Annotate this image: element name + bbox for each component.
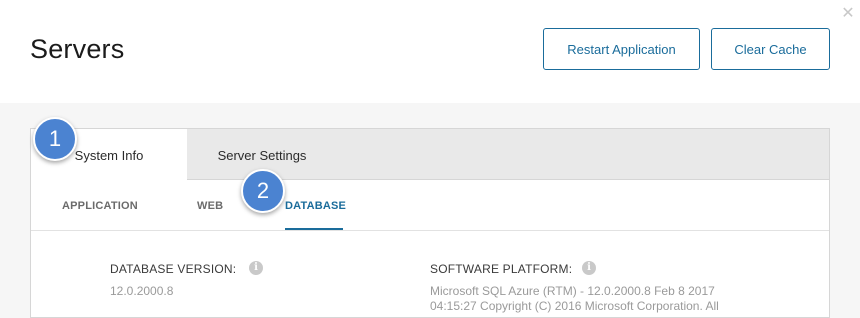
close-icon[interactable]: ✕ [840,6,856,22]
callout-badge-1: 1 [33,117,77,161]
clear-cache-button[interactable]: Clear Cache [711,28,830,70]
callout-badge-2: 2 [241,169,285,213]
server-info-panel: System Info Server Settings APPLICATION … [30,128,830,318]
tab-bar: System Info Server Settings [31,129,829,181]
subtab-bar: APPLICATION WEB DATABASE [31,181,829,231]
software-platform-value-line1: Microsoft SQL Azure (RTM) - 12.0.2000.8 … [430,284,715,298]
database-version-value: 12.0.2000.8 [110,284,174,298]
page-title: Servers [30,34,125,64]
database-version-label: DATABASE VERSION: [110,262,237,276]
software-platform-value-line2: 04:15:27 Copyright (C) 2016 Microsoft Co… [430,299,719,313]
subtab-application[interactable]: APPLICATION [62,181,138,230]
subtab-database[interactable]: DATABASE [285,181,346,230]
subtab-web[interactable]: WEB [197,181,223,230]
header-bar: Servers Restart Application Clear Cache [0,0,860,103]
restart-application-button[interactable]: Restart Application [543,28,700,70]
software-platform-label: SOFTWARE PLATFORM: [430,262,573,276]
info-icon[interactable]: i [582,261,596,275]
info-icon[interactable]: i [249,261,263,275]
